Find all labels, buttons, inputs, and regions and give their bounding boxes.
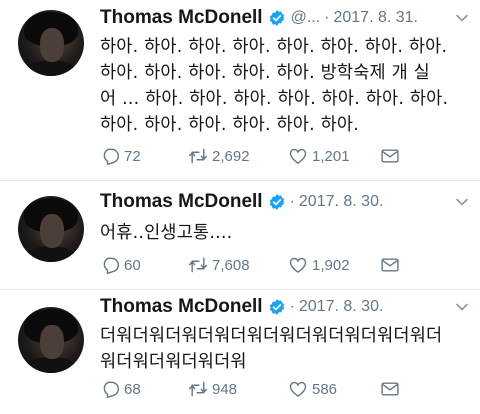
heart-icon bbox=[289, 257, 307, 273]
like-count: 586 bbox=[312, 380, 338, 398]
tweet-text: 더워더워더워더워더워더워더워더워더워더워더 워더워더워더워더워 bbox=[100, 326, 443, 372]
separator-dot: · bbox=[324, 9, 330, 26]
avatar[interactable] bbox=[18, 307, 84, 373]
verified-badge-icon bbox=[269, 10, 284, 26]
retweet-icon bbox=[188, 381, 208, 397]
direct-message-button[interactable] bbox=[380, 146, 404, 166]
tweet-actions: 60 7,608 1,902 bbox=[100, 254, 410, 276]
tweet[interactable]: Thomas McDonell @... · 2017. 8. 31. 하아. … bbox=[0, 0, 480, 181]
tweet-date[interactable]: 2017. 8. 30. bbox=[299, 193, 384, 211]
retweet-count: 2,692 bbox=[212, 147, 250, 165]
tweet-text: 하아. 하아. 하아. 하아. 하아. 하아. 하아. 하아. 하아. 하아. … bbox=[100, 37, 449, 135]
tweet[interactable]: Thomas McDonell · 2017. 8. 30. 어휴..인생고통.… bbox=[0, 182, 480, 290]
reply-icon bbox=[103, 257, 120, 275]
reply-icon bbox=[103, 148, 120, 166]
tweet-header: Thomas McDonell @... · 2017. 8. 31. bbox=[100, 6, 470, 30]
avatar[interactable] bbox=[18, 10, 84, 76]
reply-button[interactable]: 68 bbox=[100, 379, 188, 399]
like-count: 1,902 bbox=[312, 256, 350, 274]
retweet-icon bbox=[188, 257, 208, 273]
display-name[interactable]: Thomas McDonell bbox=[100, 191, 263, 213]
reply-button[interactable]: 72 bbox=[100, 146, 188, 166]
display-name[interactable]: Thomas McDonell bbox=[100, 7, 263, 29]
separator-dot: · bbox=[289, 193, 295, 210]
tweet[interactable]: Thomas McDonell · 2017. 8. 30. 더워더워더워더워더… bbox=[0, 291, 480, 414]
envelope-icon bbox=[381, 258, 399, 272]
direct-message-button[interactable] bbox=[380, 379, 404, 399]
retweet-count: 7,608 bbox=[212, 256, 250, 274]
tweet-text: 어휴..인생고통.... bbox=[100, 223, 233, 243]
direct-message-button[interactable] bbox=[380, 255, 404, 275]
tweet-date[interactable]: 2017. 8. 30. bbox=[299, 298, 384, 316]
chevron-down-icon[interactable] bbox=[454, 299, 470, 315]
retweet-button[interactable]: 7,608 bbox=[188, 255, 288, 275]
like-button[interactable]: 1,902 bbox=[288, 255, 380, 275]
heart-icon bbox=[289, 381, 307, 397]
retweet-button[interactable]: 2,692 bbox=[188, 146, 288, 166]
tweet-date[interactable]: 2017. 8. 31. bbox=[333, 9, 418, 27]
separator-dot: · bbox=[289, 298, 295, 315]
tweet-actions: 72 2,692 1,201 bbox=[100, 145, 410, 167]
tweet-header: Thomas McDonell · 2017. 8. 30. bbox=[100, 295, 470, 319]
verified-badge-icon bbox=[269, 299, 284, 315]
envelope-icon bbox=[381, 382, 399, 396]
display-name[interactable]: Thomas McDonell bbox=[100, 296, 263, 318]
tweet-header: Thomas McDonell · 2017. 8. 30. bbox=[100, 190, 470, 214]
reply-icon bbox=[103, 381, 120, 399]
reply-button[interactable]: 60 bbox=[100, 255, 188, 275]
retweet-count: 948 bbox=[212, 380, 238, 398]
chevron-down-icon[interactable] bbox=[454, 10, 470, 26]
like-button[interactable]: 1,201 bbox=[288, 146, 380, 166]
chevron-down-icon[interactable] bbox=[454, 194, 470, 210]
retweet-icon bbox=[188, 148, 208, 164]
reply-count: 60 bbox=[124, 256, 141, 274]
handle[interactable]: @... bbox=[291, 9, 321, 27]
envelope-icon bbox=[381, 149, 399, 163]
retweet-button[interactable]: 948 bbox=[188, 379, 288, 399]
reply-count: 72 bbox=[124, 147, 141, 165]
avatar[interactable] bbox=[18, 196, 84, 262]
verified-badge-icon bbox=[269, 194, 284, 210]
reply-count: 68 bbox=[124, 380, 141, 398]
heart-icon bbox=[289, 148, 307, 164]
tweet-actions: 68 948 586 bbox=[100, 378, 410, 400]
like-count: 1,201 bbox=[312, 147, 350, 165]
like-button[interactable]: 586 bbox=[288, 379, 380, 399]
